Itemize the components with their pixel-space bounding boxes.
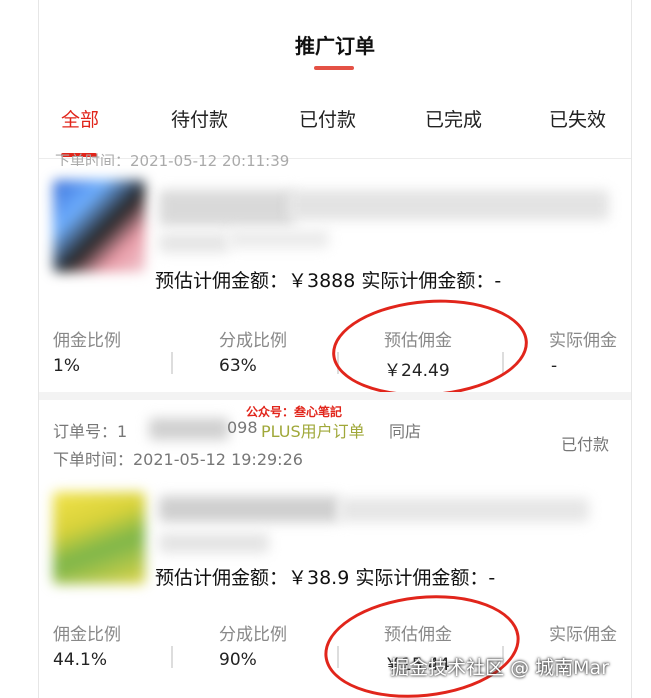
stat-divider (171, 352, 173, 374)
page-header: 推广订单 (39, 0, 631, 85)
product-title-blur (339, 498, 589, 522)
stat-label-rate: 佣金比例 (53, 331, 121, 351)
stat-label-actual: 实际佣金 (549, 331, 617, 351)
order-status: 已付款 (561, 435, 610, 454)
product-title-blur (159, 190, 294, 226)
product-title-blur (289, 190, 609, 220)
tab-expired[interactable]: 已失效 (549, 105, 606, 132)
estimated-commission-line: 预估计佣金额：￥38.9 实际计佣金额：- (155, 567, 496, 589)
estimated-commission-line: 预估计佣金额：￥3888 实际计佣金额：- (155, 270, 502, 292)
order-tabs: 全部 待付款 已付款 已完成 已失效 (39, 105, 631, 157)
order-time: 下单时间：2021-05-12 19:29:26 (53, 450, 303, 469)
stat-label-share: 分成比例 (219, 331, 287, 351)
tab-pending-payment[interactable]: 待付款 (171, 105, 228, 132)
order-number-tail: 098 (227, 418, 258, 437)
stat-value-share: 63% (219, 356, 257, 376)
footer-watermark: 掘金技术社区 @ 城南Mar (390, 657, 609, 679)
tab-completed[interactable]: 已完成 (425, 105, 482, 132)
product-thumbnail (53, 492, 145, 584)
tab-all[interactable]: 全部 (61, 105, 99, 132)
plus-user-tag: PLUS用户订单 (261, 422, 365, 441)
stat-label-share: 分成比例 (219, 625, 287, 645)
stat-label-rate: 佣金比例 (53, 625, 121, 645)
app-frame: 推广订单 全部 待付款 已付款 已完成 已失效 下单时间：2021-05-12 … (38, 0, 632, 698)
title-accent-bar (314, 66, 354, 70)
page-title: 推广订单 (295, 34, 375, 58)
stat-value-rate: 44.1% (53, 650, 108, 670)
product-subtitle-blur (159, 533, 269, 553)
product-title-blur (159, 496, 339, 522)
tab-paid[interactable]: 已付款 (299, 105, 356, 132)
order-divider (39, 392, 631, 400)
stat-value-rate: 1% (53, 356, 80, 376)
order-number-blur (149, 418, 229, 440)
product-subtitle-blur (229, 230, 329, 248)
stat-value-share: 90% (219, 650, 257, 670)
same-store-tag: 同店 (389, 422, 422, 441)
product-subtitle-blur (159, 233, 229, 253)
stat-value-actual: - (551, 356, 558, 376)
partial-order-time: 下单时间：2021-05-12 20:11:39 (55, 152, 290, 166)
order-number-label: 订单号：1 (53, 422, 128, 441)
product-thumbnail (53, 180, 145, 272)
stat-divider (171, 646, 173, 668)
stat-label-actual: 实际佣金 (549, 625, 617, 645)
